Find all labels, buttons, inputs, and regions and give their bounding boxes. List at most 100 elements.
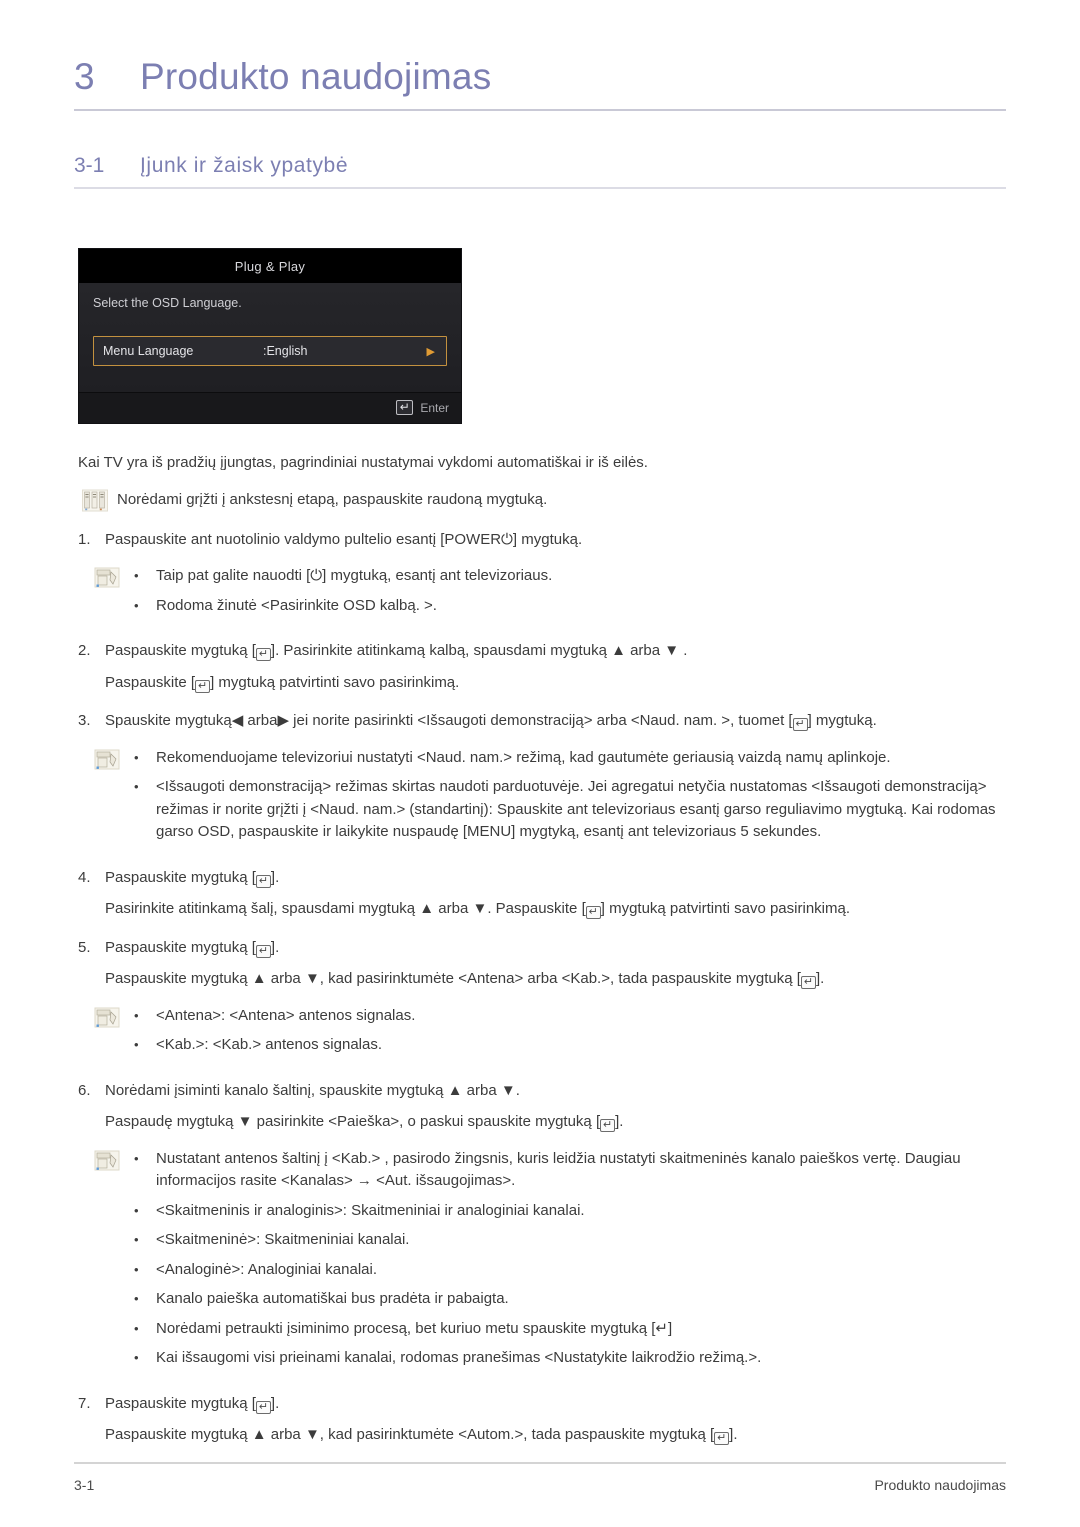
step-6-line2-b: ]. [615,1113,624,1130]
memo-icon [94,1007,120,1027]
step-7-body: Paspauskite mygtuką [ ↵]. Paspauskite myg… [105,1393,1006,1447]
osd-body: Select the OSD Language. Menu Language :… [79,283,461,392]
step-5-line-2: Paspauskite mygtuką ▲ arba ▼, kad pasiri… [105,959,1006,991]
step-2-line2-b: ] mygtuką patvirtinti savo pasirinkimą. [210,673,460,691]
step-2-line-2: Paspauskite [↵] mygtuką patvirtinti savo… [105,663,1006,695]
chapter-title: Produkto naudojimas [140,56,492,97]
list-item-text: Rekomenduojame televizoriui nustatyti <N… [156,748,891,766]
bullet-glyph: • [134,1037,139,1052]
step-5-line1-a: Paspauskite mygtuką [ [105,938,256,956]
step-6: 6. Norėdami įsiminti kanalo šaltinį, spa… [78,1064,1006,1134]
list-item-text: <Antena>: <Antena> antenos signalas. [156,1006,416,1024]
step-7: 7. Paspauskite mygtuką [ ↵]. Paspauskite … [78,1377,1006,1447]
footer-chapter-label: Produkto naudojimas [874,1477,1006,1493]
step-6-line2-a: Paspaudę mygtuką ▼ pasirinkite <Paieška>… [105,1113,601,1130]
list-item: • <Skaitmeninė>: Skaitmeniniai kanalai. [134,1229,1006,1259]
list-item-text: <Kab.>: <Kab.> antenos signalas. [156,1036,383,1053]
memo-icon [94,567,120,588]
page-footer: 3-1 Produkto naudojimas [74,1462,1006,1493]
step-4-line-2: Pasirinkite atitinkamą šalį, spausdami m… [105,889,1006,921]
bullet-glyph: • [134,1007,139,1023]
enter-key-icon: ↵ [255,874,271,888]
step-2-line-1: Paspauskite mygtuką [↵]. Pasirinkite ati… [105,640,1006,663]
list-item: • Kai išsaugomi visi prieinami kanalai, … [134,1347,1006,1377]
list-item-text: Nustatant antenos šaltinį į <Kab.> , pas… [156,1149,961,1190]
step-7-line1-a: Paspauskite mygtuką [ [105,1394,256,1412]
step-3-bullets: • Rekomenduojame televizoriui nustatyti … [94,747,1006,851]
step-4-line2-b: ] mygtuką patvirtinti savo pasirinkimą. [600,900,850,917]
chapter-divider [74,109,1006,111]
list-item: • <Kab.>: <Kab.> antenos signalas. [134,1034,1006,1064]
step-1-number: 1. [78,530,91,548]
list-item: • Rodoma žinutė <Pasirinkite OSD kalbą. … [134,595,1006,625]
list-item-text: Rodoma žinutė <Pasirinkite OSD kalbą. >. [156,596,437,614]
osd-menu-language-row[interactable]: Menu Language :English ▶ [93,336,447,366]
section-heading: 3-1 Įjunk ir žaisk ypatybė [74,154,1006,178]
document-page: 3 Produkto naudojimas 3-1 Įjunk ir žaisk… [0,0,1080,1527]
osd-panel: Plug & Play Select the OSD Language. Men… [78,248,462,424]
list-item-text: Taip pat galite nauodti [⏻] mygtuką, esa… [156,567,553,584]
step-6-number: 6. [78,1081,91,1099]
chapter-number: 3 [74,56,95,97]
section-title: Įjunk ir žaisk ypatybė [140,154,349,177]
step-7-number: 7. [78,1394,91,1412]
enter-key-icon: ↵ [255,648,271,661]
step-5-line2-b: ]. [815,970,825,987]
enter-key-icon: ↵ [585,906,601,919]
step-2-body: Paspauskite mygtuką [↵]. Pasirinkite ati… [105,640,1006,694]
note-icon [82,489,108,511]
list-item: • Nustatant antenos šaltinį į <Kab.> , p… [134,1148,1006,1200]
step-5-line1-b: ]. [270,938,280,956]
step-4-line1-b: ]. [270,868,280,886]
step-3-body: Spauskite mygtuką◀ arba▶ jei norite pasi… [105,710,1006,733]
osd-row-label: Menu Language [103,344,194,358]
list-item-text: Kai išsaugomi visi prieinami kanalai, ro… [156,1349,762,1366]
enter-key-icon: ↵ [792,718,808,731]
bullet-glyph: • [134,1202,139,1218]
step-1-body: Paspauskite ant nuotolinio valdymo pulte… [105,529,1006,552]
step-5-number: 5. [78,938,91,956]
step-4-line2-a: Pasirinkite atitinkamą šalį, spausdami m… [105,900,586,917]
list-item-text: <Skaitmeninė>: Skaitmeniniai kanalai. [156,1231,410,1248]
step-5-line2-a: Paspauskite mygtuką ▲ arba ▼, kad pasiri… [105,970,801,987]
step-7-line1-b: ]. [270,1394,280,1412]
step-1: 1. Paspauskite ant nuotolinio valdymo pu… [78,513,1006,552]
memo-icon [94,749,120,769]
osd-row-value: :English [263,344,308,358]
enter-key-icon: ↵ [255,944,271,958]
section-number: 3-1 [74,154,105,177]
step-3: 3. Spauskite mygtuką◀ arba▶ jei norite p… [78,694,1006,733]
step-4: 4. Paspauskite mygtuką [↵]. Pasirinkite … [78,851,1006,921]
step-2-line2-a: Paspauskite [ [105,673,196,691]
enter-key-icon: ↵ [714,1432,730,1445]
step-1-text-post: ] mygtuką. [512,530,583,548]
step-5: 5. Paspauskite mygtuką [↵]. Paspauskite … [78,921,1006,991]
enter-key-icon: ↵ [396,400,414,415]
step-5-body: Paspauskite mygtuką [↵]. Paspauskite myg… [105,937,1006,991]
step-2-number: 2. [78,642,91,659]
step-1-bullets: • Taip pat galite nauodti [⏻] mygtuką, e… [94,565,1006,625]
osd-title: Plug & Play [79,249,461,283]
list-item: • Rekomenduojame televizoriui nustatyti … [134,747,1006,777]
list-item: • <Išsaugoti demonstraciją> režimas skir… [134,776,1006,851]
step-6-bullets: • Nustatant antenos šaltinį į <Kab.> , p… [94,1148,1006,1377]
step-7-line-2: Paspauskite mygtuką ▲ arba ▼, kad pasiri… [105,1415,1006,1447]
chevron-right-icon[interactable]: ▶ [427,345,438,358]
osd-figure: Plug & Play Select the OSD Language. Men… [78,248,462,424]
list-item: • Kanalo paieška automatiškai bus pradėt… [134,1288,1006,1318]
osd-enter-label: Enter [420,400,449,415]
osd-prompt: Select the OSD Language. [93,296,242,310]
step-2-line1-a: Paspauskite mygtuką [ [105,642,256,659]
list-item-text: <Skaitmeninis ir analoginis>: Skaitmenin… [156,1201,585,1219]
step-4-number: 4. [78,868,91,886]
list-item-text: <Išsaugoti demonstraciją> režimas skirta… [156,778,996,840]
step-6-body: Norėdami įsiminti kanalo šaltinį, spausk… [105,1080,1006,1134]
list-item: • <Skaitmeninis ir analoginis>: Skaitmen… [134,1200,1006,1230]
bullet-glyph: • [134,597,139,613]
section-divider [74,187,1006,189]
bullet-glyph: • [134,779,139,794]
list-item: • <Antena>: <Antena> antenos signalas. [134,1005,1006,1035]
power-icon: ⏻ [501,530,513,548]
bullet-glyph: • [134,1150,139,1166]
list-item: • <Analoginė>: Analoginiai kanalai. [134,1259,1006,1289]
